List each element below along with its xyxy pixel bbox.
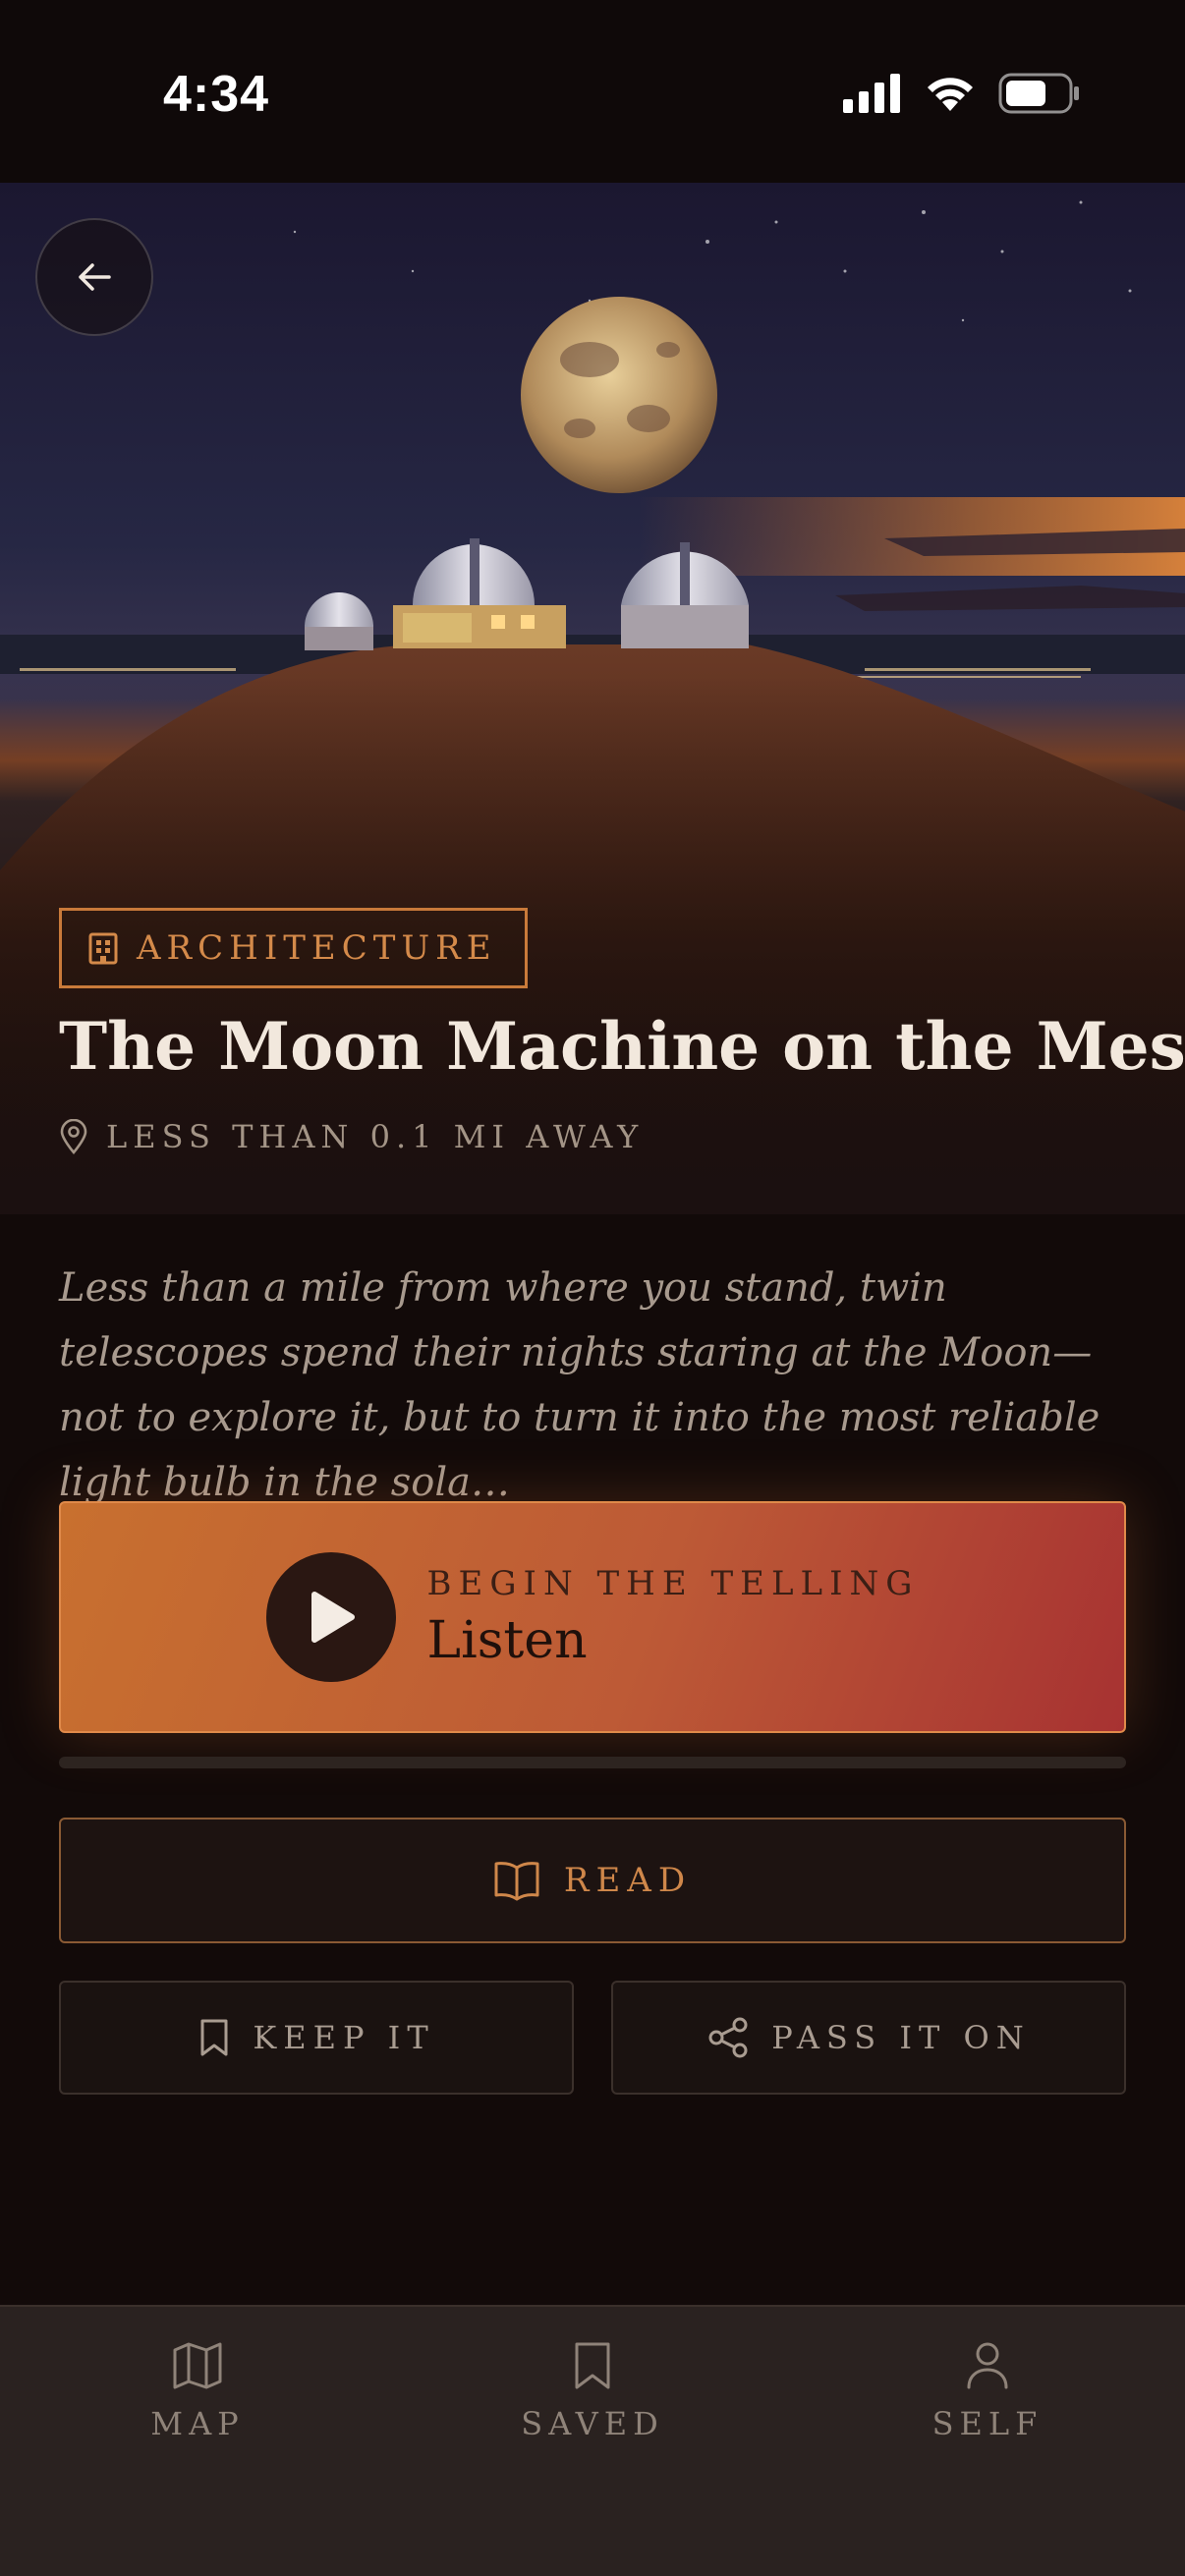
keep-it-button[interactable]: KEEP IT bbox=[59, 1981, 574, 2095]
distance-row: LESS THAN 0.1 MI AWAY bbox=[59, 1118, 644, 1155]
user-icon bbox=[967, 2342, 1008, 2389]
share-icon bbox=[708, 2017, 748, 2058]
back-button[interactable] bbox=[35, 218, 153, 336]
map-pin-icon bbox=[60, 1119, 87, 1154]
wifi-icon bbox=[928, 78, 973, 111]
signal-icon bbox=[843, 74, 900, 113]
listen-button[interactable]: BEGIN THE TELLING Listen bbox=[59, 1501, 1126, 1733]
tab-map[interactable]: MAP bbox=[0, 2307, 395, 2576]
tab-bar: MAP SAVED SELF bbox=[0, 2305, 1185, 2576]
tab-self-label: SELF bbox=[931, 2405, 1044, 2442]
listen-kicker: BEGIN THE TELLING bbox=[426, 1564, 920, 1603]
listen-label: Listen bbox=[426, 1611, 588, 1670]
pass-it-on-label: PASS IT ON bbox=[771, 2019, 1031, 2056]
bookmark-icon bbox=[200, 2019, 228, 2056]
category-tag[interactable]: ARCHITECTURE bbox=[59, 908, 528, 988]
tab-saved-label: SAVED bbox=[521, 2405, 664, 2442]
keep-it-label: KEEP IT bbox=[253, 2019, 435, 2056]
read-label: READ bbox=[563, 1861, 693, 1900]
story-excerpt: Less than a mile from where you stand, t… bbox=[59, 1265, 1100, 1505]
status-time: 4:34 bbox=[163, 66, 270, 123]
book-open-icon bbox=[494, 1862, 539, 1901]
story-title: The Moon Machine on the Mesa bbox=[59, 1008, 1185, 1085]
listen-text: BEGIN THE TELLING Listen bbox=[427, 1564, 920, 1670]
hero-image: ARCHITECTURE The Moon Machine on the Mes… bbox=[0, 183, 1185, 1214]
status-icons bbox=[843, 73, 1081, 114]
map-icon bbox=[173, 2342, 222, 2389]
category-label: ARCHITECTURE bbox=[137, 928, 497, 968]
building-icon bbox=[88, 932, 118, 965]
pass-it-on-button[interactable]: PASS IT ON bbox=[611, 1981, 1126, 2095]
arrow-left-icon bbox=[79, 263, 111, 291]
play-button[interactable] bbox=[265, 1552, 396, 1682]
battery-icon bbox=[998, 73, 1079, 114]
bookmark-icon bbox=[575, 2342, 610, 2389]
distance-label: LESS THAN 0.1 MI AWAY bbox=[106, 1118, 645, 1155]
tab-saved[interactable]: SAVED bbox=[395, 2307, 790, 2576]
status-bar: 4:34 bbox=[0, 0, 1185, 183]
read-button[interactable]: READ bbox=[59, 1818, 1126, 1943]
tab-self[interactable]: SELF bbox=[790, 2307, 1185, 2576]
play-icon bbox=[310, 1592, 355, 1643]
audio-progress-bar[interactable] bbox=[59, 1757, 1126, 1768]
tab-map-label: MAP bbox=[150, 2405, 245, 2442]
